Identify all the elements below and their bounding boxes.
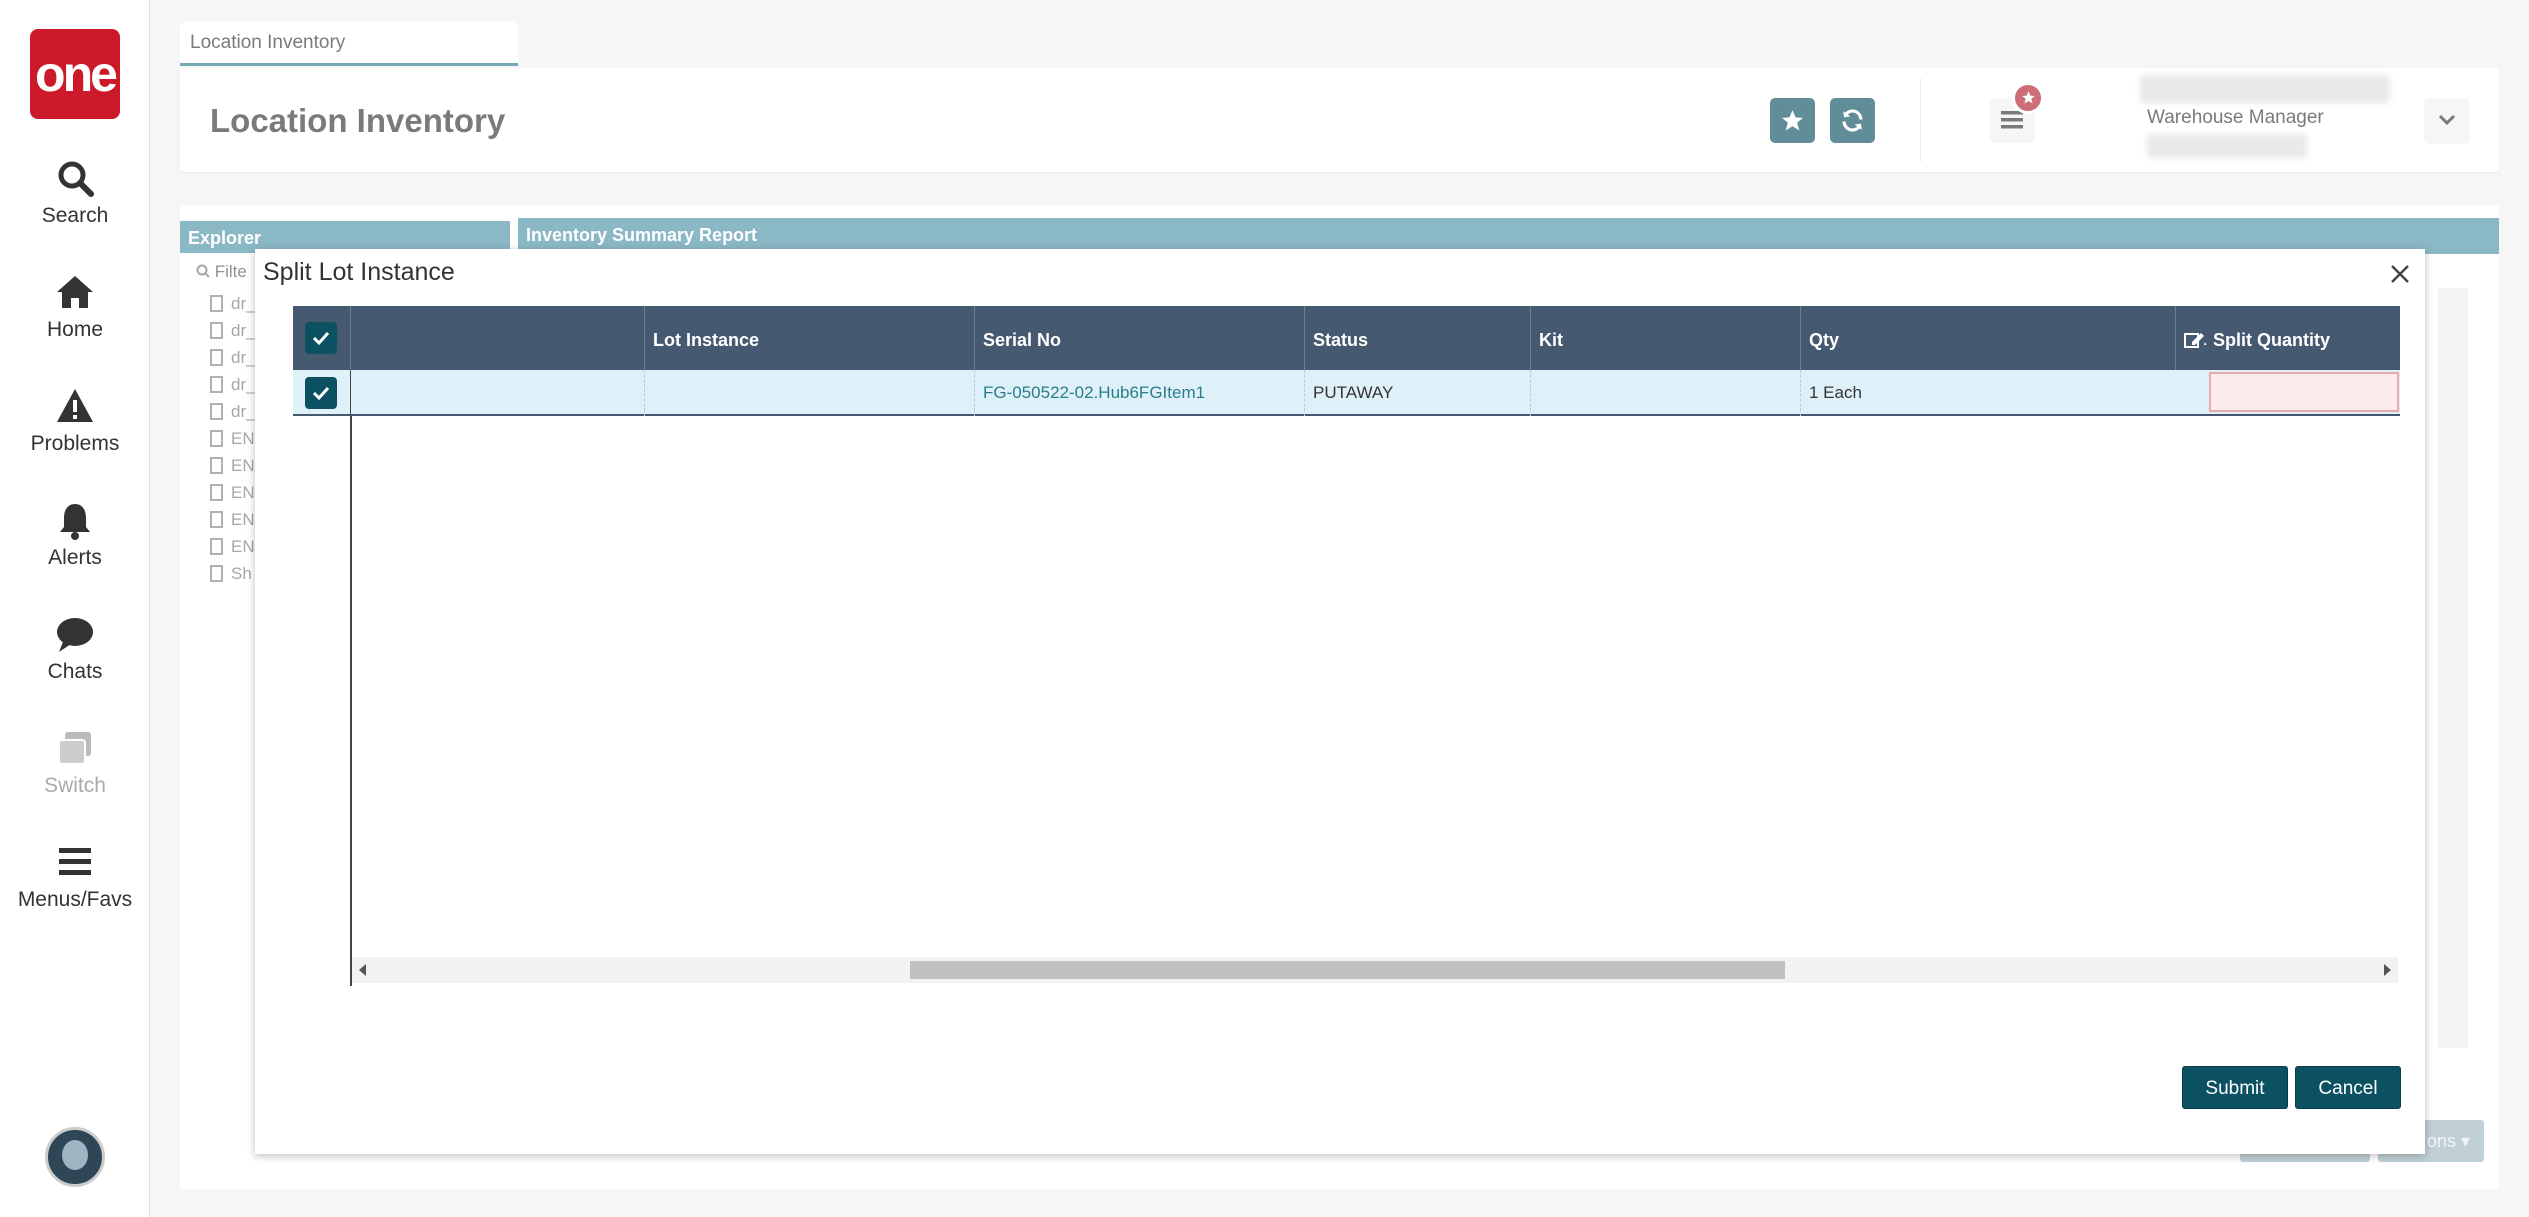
nav-home[interactable]: Home [0, 272, 150, 342]
split-quantity-input[interactable] [2209, 372, 2399, 412]
warning-icon [57, 389, 93, 422]
scrollbar-thumb[interactable] [910, 961, 1785, 979]
scroll-left-icon[interactable] [359, 964, 366, 976]
nav-switch: Switch [0, 728, 150, 798]
logo[interactable]: one [30, 29, 120, 119]
scroll-right-icon[interactable] [2384, 964, 2391, 976]
edit-icon [2184, 333, 2207, 348]
cell-lot-instance [644, 370, 974, 416]
nav-home-label: Home [46, 318, 104, 341]
cell-status: PUTAWAY [1304, 370, 1530, 416]
cell-kit [1530, 370, 1800, 416]
cell-qty: 1 Each [1800, 370, 2175, 416]
close-icon[interactable] [2387, 261, 2413, 287]
column-header-qty[interactable]: Qty [1800, 306, 2175, 370]
frozen-column-divider [350, 416, 352, 986]
menu-icon [59, 848, 91, 875]
split-lot-grid: Lot Instance Serial No Status Kit Qty Sp… [293, 306, 2400, 986]
table-row[interactable]: FG-050522-02.Hub6FGItem1 PUTAWAY 1 Each [293, 370, 2400, 416]
dialog-title: Split Lot Instance [263, 258, 455, 286]
column-header-blank[interactable] [350, 306, 644, 370]
nav-chats[interactable]: Chats [0, 614, 150, 684]
row-checkbox[interactable] [305, 377, 337, 409]
search-icon [58, 161, 94, 197]
nav-problems-label: Problems [30, 432, 120, 455]
cell-blank [350, 370, 644, 416]
select-all-checkbox[interactable] [305, 322, 337, 354]
chat-icon [57, 618, 93, 652]
cell-serial-no-link[interactable]: FG-050522-02.Hub6FGItem1 [974, 370, 1304, 416]
split-quantity-label: Split Quantity [2213, 330, 2331, 350]
submit-button[interactable]: Submit [2182, 1066, 2288, 1109]
column-header-lot-instance[interactable]: Lot Instance [644, 306, 974, 370]
nav-menus-favs[interactable]: Menus/Favs [0, 842, 150, 912]
split-lot-instance-dialog: Split Lot Instance Lot Instance Serial N… [255, 249, 2425, 1154]
switch-icon [58, 732, 91, 765]
user-avatar[interactable] [45, 1127, 105, 1187]
check-icon [312, 331, 330, 346]
nav-chats-label: Chats [47, 660, 103, 683]
nav-alerts[interactable]: Alerts [0, 500, 150, 570]
nav-search-label: Search [41, 204, 109, 227]
column-header-serial-no[interactable]: Serial No [974, 306, 1304, 370]
grid-header: Lot Instance Serial No Status Kit Qty Sp… [293, 306, 2400, 370]
nav-search[interactable]: Search [0, 158, 150, 228]
check-icon [312, 386, 330, 401]
bell-icon [60, 504, 90, 540]
column-header-split-quantity[interactable]: Split Quantity [2175, 306, 2400, 370]
cancel-button[interactable]: Cancel [2295, 1066, 2401, 1109]
column-header-status[interactable]: Status [1304, 306, 1530, 370]
horizontal-scrollbar[interactable] [352, 957, 2398, 983]
column-header-kit[interactable]: Kit [1530, 306, 1800, 370]
nav-menus-favs-label: Menus/Favs [17, 888, 133, 911]
nav-problems[interactable]: Problems [0, 386, 150, 456]
nav-switch-label: Switch [44, 774, 106, 797]
nav-alerts-label: Alerts [48, 546, 102, 569]
home-icon [57, 276, 93, 308]
left-nav: one Search Home Problems Alerts Chats Sw… [0, 0, 150, 1217]
